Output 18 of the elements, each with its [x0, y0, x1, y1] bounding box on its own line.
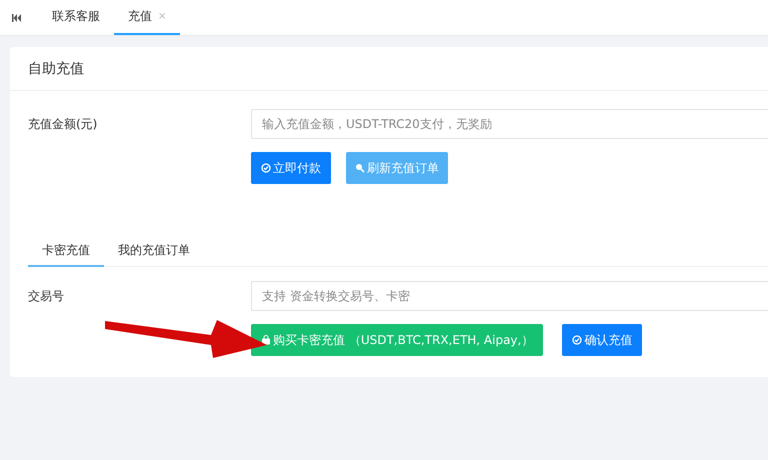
- confirm-button[interactable]: 确认充值: [562, 324, 642, 356]
- refresh-button[interactable]: 刷新充值订单: [346, 152, 448, 184]
- check-circle-icon: [572, 335, 582, 345]
- pay-button[interactable]: 立即付款: [251, 152, 331, 184]
- close-icon[interactable]: ×: [158, 11, 166, 22]
- field-label: 交易号: [28, 288, 65, 304]
- check-circle-icon: [261, 163, 271, 173]
- skip-back-icon[interactable]: [12, 14, 22, 22]
- tab[interactable]: 我的充值订单: [104, 236, 204, 267]
- input-field[interactable]: 输入充值金额，USDT-TRC20支付，无奖励: [251, 109, 768, 139]
- input-field[interactable]: 支持 资金转换交易号、卡密: [251, 281, 768, 311]
- magnifier-icon: [355, 163, 365, 173]
- card-title: 自助充值: [10, 47, 768, 91]
- buy-button[interactable]: 购买卡密充值 （USDT,BTC,TRX,ETH, Aipay,）: [251, 324, 544, 356]
- field-label: 充值金额(元): [28, 116, 98, 132]
- tab[interactable]: 卡密充值: [28, 236, 104, 267]
- page-tab[interactable]: 联系客服: [38, 0, 114, 35]
- page-tab[interactable]: 充值 ×: [114, 0, 180, 35]
